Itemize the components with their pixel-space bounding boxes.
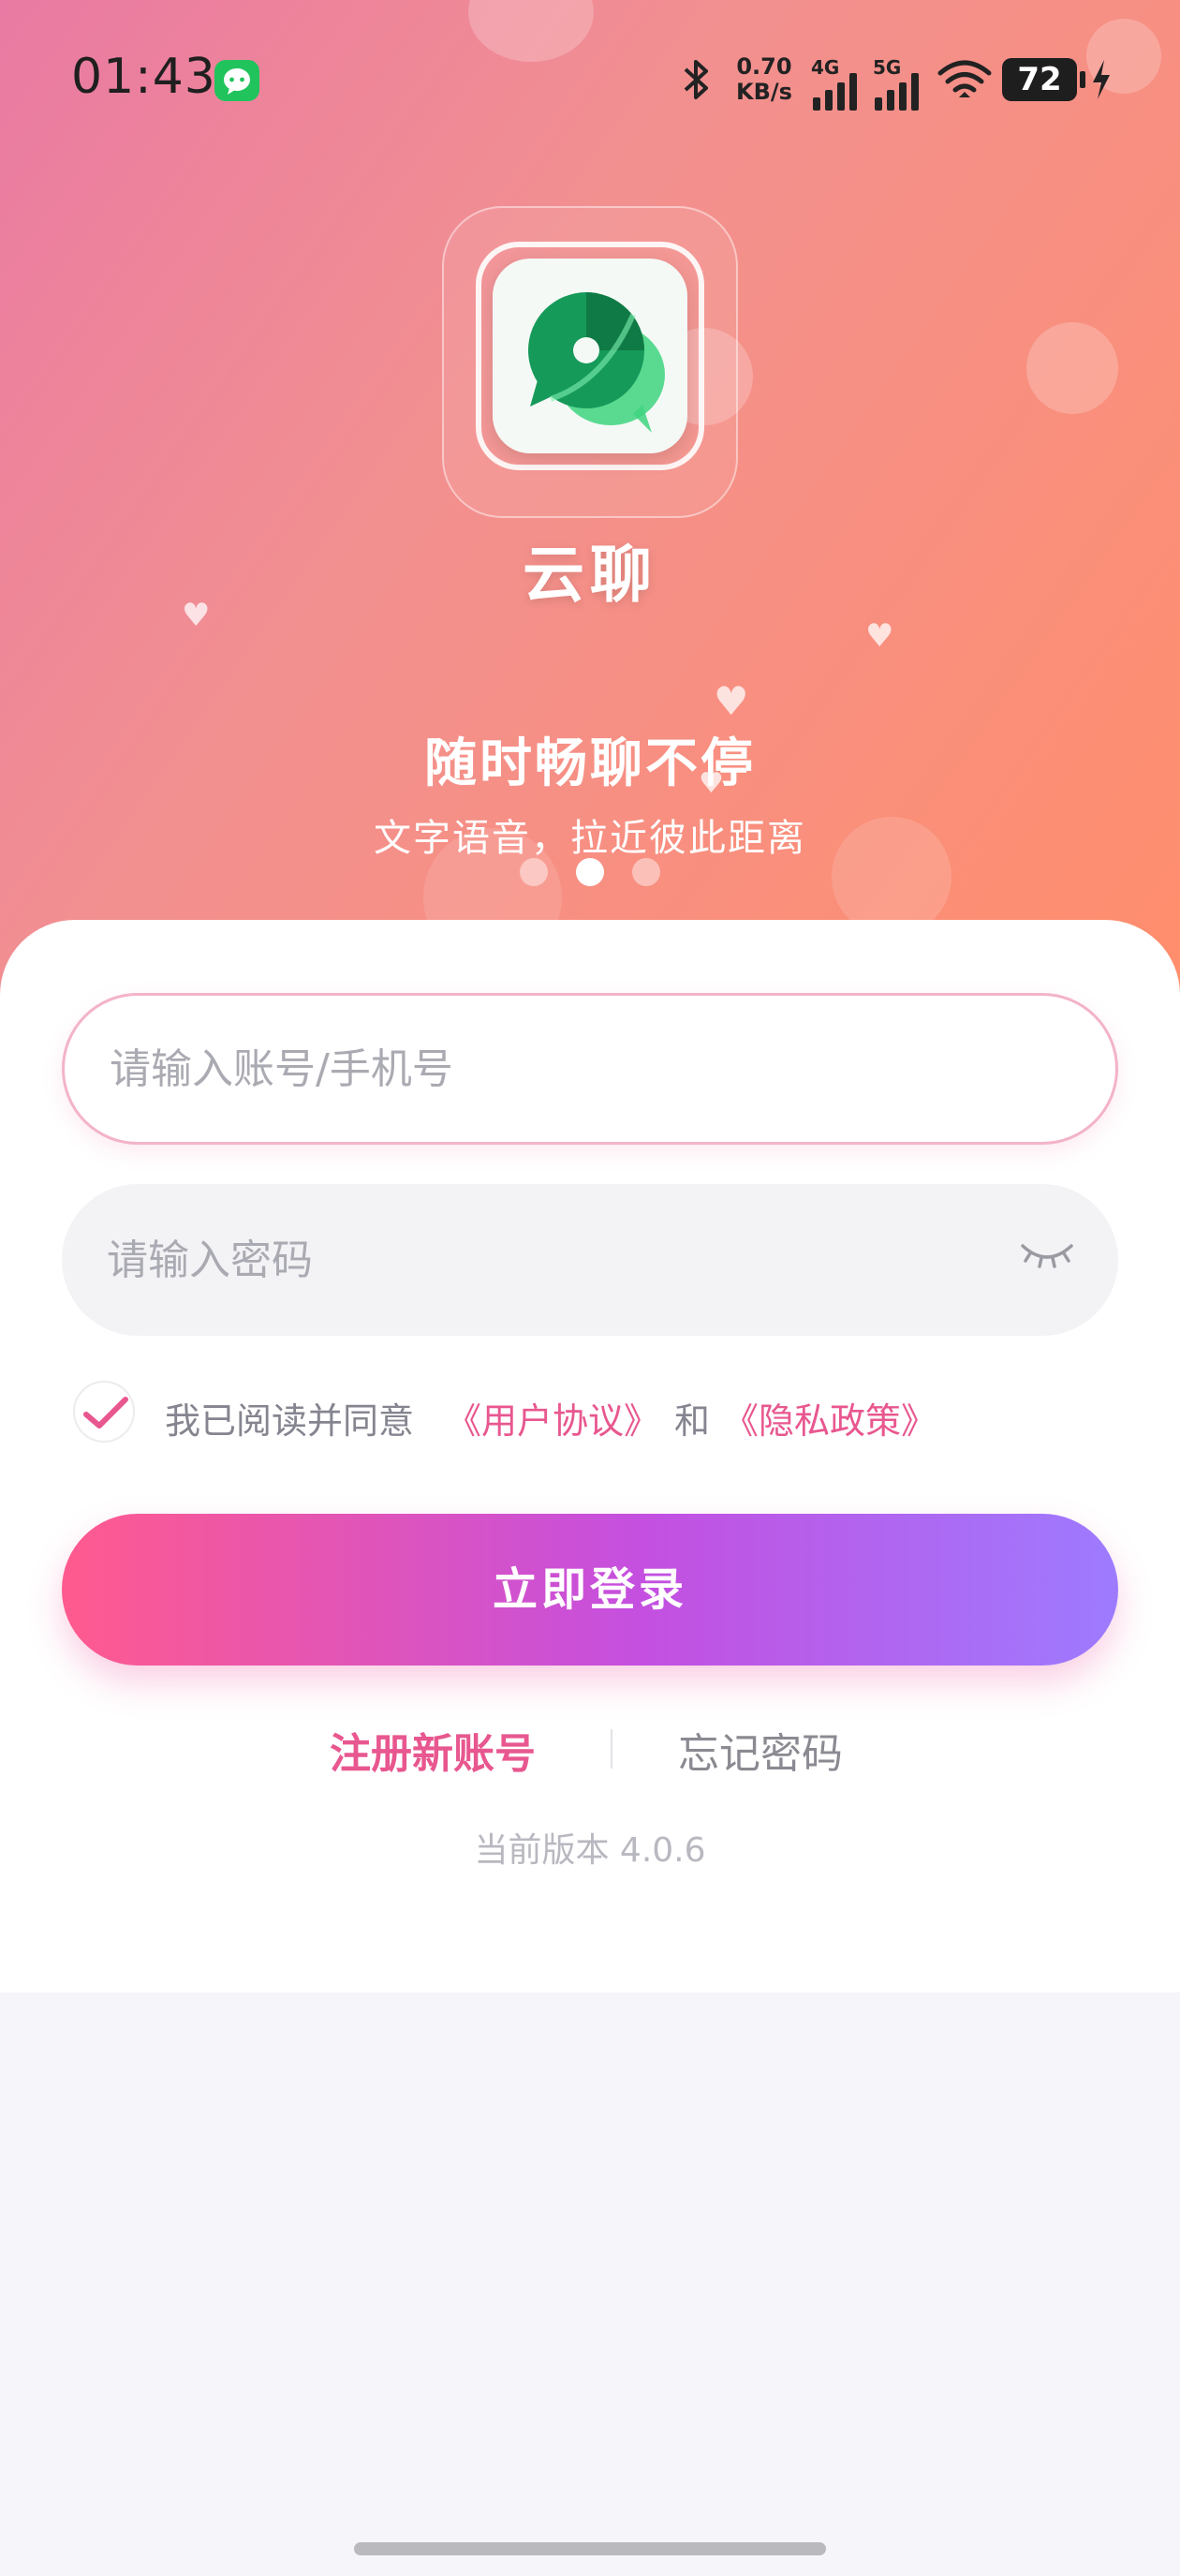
user-agreement-link[interactable]: 《用户协议》 [446, 1392, 659, 1443]
heart-icon: ♥ [714, 678, 749, 724]
agreement-prefix: 我已阅读并同意 [165, 1400, 415, 1442]
app-slogan: 随时畅聊不停 [424, 733, 756, 794]
network-speed-unit: KB/s [736, 79, 792, 105]
carousel-dot[interactable] [632, 858, 660, 886]
carousel-dots [0, 852, 1180, 890]
battery-icon: 72 [1002, 58, 1085, 101]
forgot-password-link[interactable]: 忘记密码 [678, 1720, 843, 1780]
privacy-policy-link[interactable]: 《隐私政策》 [723, 1392, 937, 1443]
bluetooth-icon [676, 56, 717, 107]
message-app-icon [214, 60, 259, 101]
wifi-icon [937, 58, 993, 105]
network-speed-value: 0.70 [736, 53, 792, 80]
status-bar: 01:43 0.70 KB/s 4G 5G 72 [0, 0, 1180, 159]
account-input[interactable] [110, 996, 1009, 1142]
battery-level: 72 [1017, 61, 1062, 98]
agreement-row: 我已阅读并同意 《用户协议》 和 《隐私政策》 [73, 1381, 1113, 1446]
eye-closed-icon[interactable] [1019, 1236, 1075, 1278]
agreement-checkbox[interactable] [73, 1381, 135, 1443]
network-speed: 0.70 KB/s [736, 54, 792, 105]
password-input[interactable] [107, 1184, 1006, 1336]
agreement-conjunction: 和 [674, 1400, 711, 1442]
register-link[interactable]: 注册新账号 [330, 1720, 536, 1780]
heart-icon: ♥ [865, 617, 894, 655]
status-time: 01:43 [71, 49, 216, 105]
carousel-dot[interactable] [520, 858, 548, 886]
home-indicator[interactable] [354, 2542, 826, 2555]
decor-bubble [1026, 322, 1118, 414]
account-field[interactable] [62, 993, 1118, 1145]
app-name: 云聊 [523, 539, 657, 611]
version-text: 当前版本 4.0.6 [474, 1831, 706, 1870]
carousel-dot-active[interactable] [576, 858, 604, 886]
charging-icon [1089, 58, 1114, 105]
link-divider [611, 1729, 612, 1769]
login-button[interactable]: 立即登录 [62, 1514, 1118, 1666]
app-logo-icon [493, 259, 687, 453]
password-field[interactable] [62, 1184, 1118, 1336]
